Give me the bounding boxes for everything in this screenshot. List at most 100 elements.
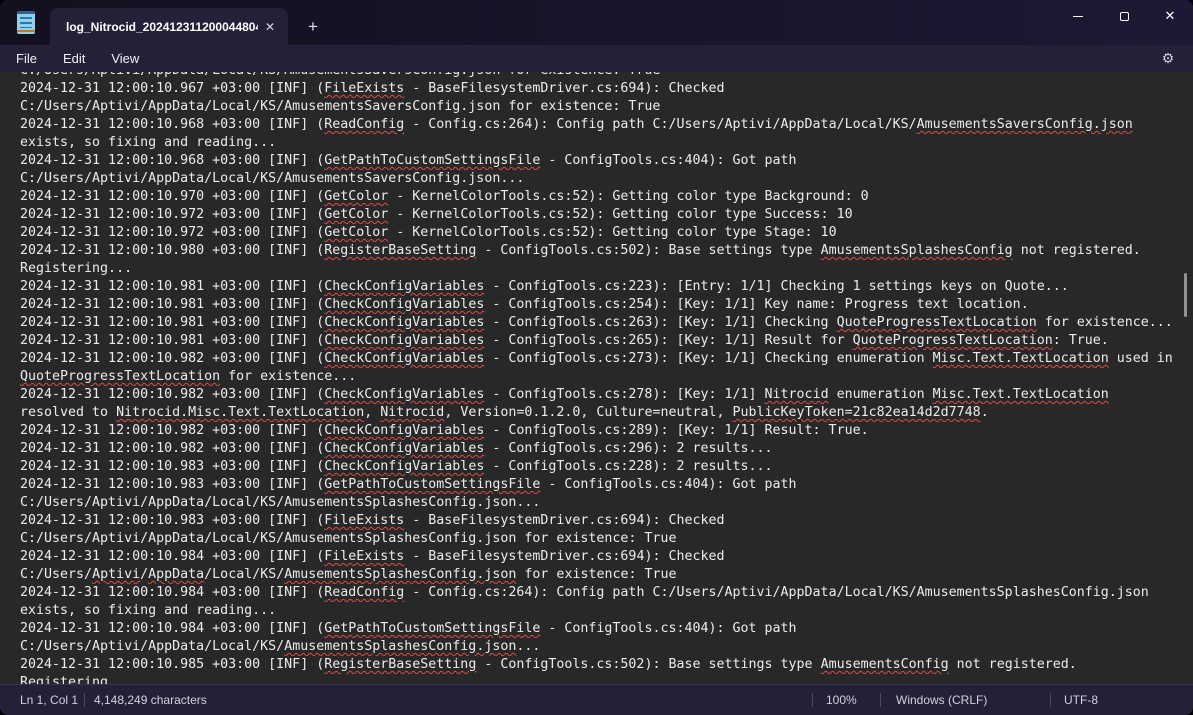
- log-line: 2024-12-31 12:00:10.981 +03:00 [INF] (Ch…: [20, 296, 1181, 314]
- notepad-window: log_Nitrocid_202412311200044804 ✕ + ✕ Fi…: [0, 0, 1193, 715]
- misspelled-token: CheckConfigVariables: [324, 297, 484, 312]
- log-line: 2024-12-31 12:00:10.970 +03:00 [INF] (Ge…: [20, 188, 1181, 206]
- log-line: 2024-12-31 12:00:10.972 +03:00 [INF] (Ge…: [20, 206, 1181, 224]
- log-line: QuoteProgressTextLocation for existence.…: [20, 368, 1181, 386]
- log-line: C:/Users/Aptivi/AppData/Local/KS/Amuseme…: [20, 494, 1181, 512]
- status-divider: [84, 693, 85, 707]
- log-line: 2024-12-31 12:00:10.984 +03:00 [INF] (Fi…: [20, 548, 1181, 566]
- zoom-level[interactable]: 100%: [826, 693, 857, 707]
- log-line: 2024-12-31 12:00:10.972 +03:00 [INF] (Ge…: [20, 224, 1181, 242]
- editor-content: C:/Users/Aptivi/AppData/Local/KS/Amuseme…: [20, 72, 1181, 684]
- misspelled-token: AmusementsSplashesConfig.json: [284, 639, 516, 654]
- vertical-scrollbar-thumb[interactable]: [1184, 273, 1187, 317]
- maximize-icon: [1120, 12, 1129, 21]
- character-count: 4,148,249 characters: [94, 693, 207, 707]
- misspelled-token: FileExists: [324, 513, 404, 528]
- misspelled-token: Aptivi: [92, 567, 140, 582]
- log-line: 2024-12-31 12:00:10.983 +03:00 [INF] (Ge…: [20, 476, 1181, 494]
- window-controls: ✕: [1055, 0, 1193, 32]
- log-line: Registering...: [20, 260, 1181, 278]
- misspelled-token: Nitrocid: [765, 387, 829, 402]
- notepad-app-icon: [17, 11, 35, 34]
- misspelled-token: AmusementsSplashesConfig.json: [284, 567, 516, 582]
- menu-file[interactable]: File: [3, 48, 50, 69]
- tab-close-icon[interactable]: ✕: [258, 15, 282, 39]
- log-line: 2024-12-31 12:00:10.981 +03:00 [INF] (Ch…: [20, 278, 1181, 296]
- misspelled-token: CheckConfigVariables: [324, 423, 484, 438]
- log-line: 2024-12-31 12:00:10.983 +03:00 [INF] (Ch…: [20, 458, 1181, 476]
- misspelled-token: GetColor: [324, 225, 388, 240]
- log-line: 2024-12-31 12:00:10.982 +03:00 [INF] (Ch…: [20, 422, 1181, 440]
- text-editor[interactable]: C:/Users/Aptivi/AppData/Local/KS/Amuseme…: [0, 72, 1193, 684]
- log-line: 2024-12-31 12:00:10.981 +03:00 [INF] (Ch…: [20, 332, 1181, 350]
- misspelled-token: Misc.Text.TextLocation: [933, 351, 1109, 366]
- misspelled-token: GetColor: [324, 189, 388, 204]
- new-tab-button[interactable]: +: [297, 15, 329, 39]
- log-line: 2024-12-31 12:00:10.985 +03:00 [INF] (Re…: [20, 656, 1181, 674]
- log-line: 2024-12-31 12:00:10.968 +03:00 [INF] (Re…: [20, 116, 1181, 134]
- misspelled-token: CheckConfigVariables: [324, 351, 484, 366]
- misspelled-token: AmusementsSaversConfig.json: [917, 117, 1133, 132]
- log-line: exists, so fixing and reading...: [20, 134, 1181, 152]
- log-line: 2024-12-31 12:00:10.980 +03:00 [INF] (Re…: [20, 242, 1181, 260]
- status-divider: [880, 693, 881, 707]
- log-line: C:/Users/Aptivi/AppData/Local/KS/Amuseme…: [20, 638, 1181, 656]
- document-tab[interactable]: log_Nitrocid_202412311200044804 ✕: [50, 8, 288, 45]
- misspelled-token: RegisterBaseSetting: [324, 657, 476, 672]
- misspelled-token: QuoteProgressTextLocation: [20, 369, 220, 384]
- cursor-position: Ln 1, Col 1: [20, 693, 78, 707]
- log-line: 2024-12-31 12:00:10.984 +03:00 [INF] (Ge…: [20, 620, 1181, 638]
- close-button[interactable]: ✕: [1147, 0, 1193, 32]
- log-line: C:/Users/Aptivi/AppData/Local/KS/Amuseme…: [20, 566, 1181, 584]
- status-divider: [1050, 693, 1051, 707]
- misspelled-token: Nitrocid.Misc.Text.TextLocation: [116, 405, 364, 420]
- misspelled-token: ReadConfig: [324, 117, 404, 132]
- misspelled-token: CheckConfigVariables: [324, 459, 484, 474]
- log-line: 2024-12-31 12:00:10.982 +03:00 [INF] (Ch…: [20, 386, 1181, 404]
- log-line: C:/Users/Aptivi/AppData/Local/KS/Amuseme…: [20, 98, 1181, 116]
- tab-title: log_Nitrocid_202412311200044804: [66, 20, 258, 34]
- misspelled-token: AppData: [148, 567, 204, 582]
- log-line: 2024-12-31 12:00:10.968 +03:00 [INF] (Ge…: [20, 152, 1181, 170]
- misspelled-token: PublicKeyToken=21c82ea14d2d7748: [733, 405, 981, 420]
- log-line: C:/Users/Aptivi/AppData/Local/KS/Amuseme…: [20, 530, 1181, 548]
- maximize-button[interactable]: [1101, 0, 1147, 32]
- misspelled-token: CheckConfigVariables: [324, 315, 484, 330]
- log-line: 2024-12-31 12:00:10.984 +03:00 [INF] (Re…: [20, 584, 1181, 602]
- minimize-icon: [1073, 16, 1083, 17]
- log-line: resolved to Nitrocid.Misc.Text.TextLocat…: [20, 404, 1181, 422]
- misspelled-token: Misc.Text.TextLocation: [933, 387, 1109, 402]
- menu-edit[interactable]: Edit: [50, 48, 98, 69]
- log-line: 2024-12-31 12:00:10.967 +03:00 [INF] (Fi…: [20, 80, 1181, 98]
- misspelled-token: FileExists: [324, 81, 404, 96]
- menu-view[interactable]: View: [98, 48, 152, 69]
- misspelled-token: Nitrocid: [380, 405, 444, 420]
- misspelled-token: GetPathToCustomSettingsFile: [324, 477, 540, 492]
- misspelled-token: CheckConfigVariables: [324, 387, 484, 402]
- misspelled-token: QuoteProgressTextLocation: [853, 333, 1053, 348]
- log-line: exists, so fixing and reading...: [20, 602, 1181, 620]
- encoding[interactable]: UTF-8: [1064, 693, 1098, 707]
- log-line: Registering...: [20, 674, 1181, 684]
- log-line: C:/Users/Aptivi/AppData/Local/KS/Amuseme…: [20, 72, 1181, 80]
- misspelled-token: CheckConfigVariables: [324, 279, 484, 294]
- line-endings[interactable]: Windows (CRLF): [896, 693, 987, 707]
- menu-bar: File Edit View ⚙: [0, 45, 1193, 72]
- title-bar: log_Nitrocid_202412311200044804 ✕ + ✕: [0, 0, 1193, 45]
- misspelled-token: QuoteProgressTextLocation: [837, 315, 1037, 330]
- misspelled-token: CheckConfigVariables: [324, 441, 484, 456]
- log-line: 2024-12-31 12:00:10.982 +03:00 [INF] (Ch…: [20, 440, 1181, 458]
- misspelled-token: FileExists: [324, 549, 404, 564]
- log-line: 2024-12-31 12:00:10.981 +03:00 [INF] (Ch…: [20, 314, 1181, 332]
- misspelled-token: AmusementsConfig: [821, 657, 949, 672]
- misspelled-token: GetPathToCustomSettingsFile: [324, 153, 540, 168]
- status-bar: Ln 1, Col 1 4,148,249 characters 100% Wi…: [0, 684, 1193, 715]
- misspelled-token: AmusementsSplashesConfig: [821, 243, 1013, 258]
- misspelled-token: CheckConfigVariables: [324, 333, 484, 348]
- log-line: 2024-12-31 12:00:10.983 +03:00 [INF] (Fi…: [20, 512, 1181, 530]
- close-icon: ✕: [1165, 8, 1176, 24]
- minimize-button[interactable]: [1055, 0, 1101, 32]
- settings-gear-icon[interactable]: ⚙: [1157, 48, 1179, 70]
- misspelled-token: GetColor: [324, 207, 388, 222]
- log-line: C:/Users/Aptivi/AppData/Local/KS/Amuseme…: [20, 170, 1181, 188]
